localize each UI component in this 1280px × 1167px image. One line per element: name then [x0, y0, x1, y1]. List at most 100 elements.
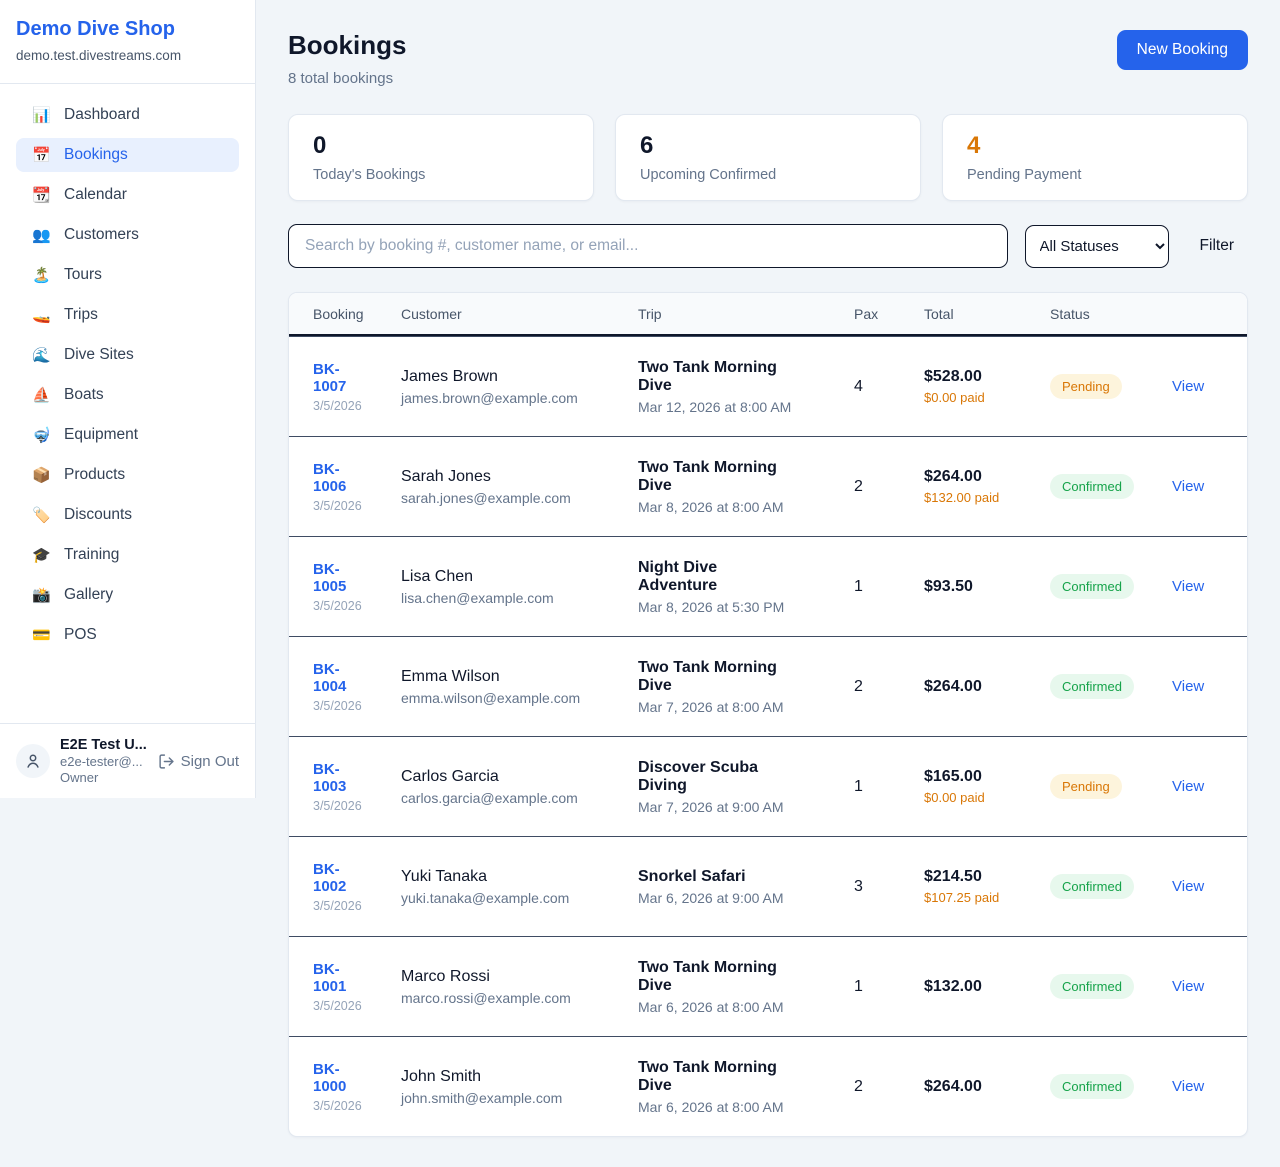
- sidebar-item-pos[interactable]: 💳 POS: [16, 618, 239, 652]
- booking-date: 3/5/2026: [313, 799, 385, 813]
- stat-value: 4: [967, 132, 1223, 160]
- booking-id-link[interactable]: BK-1006: [313, 461, 371, 495]
- booking-date: 3/5/2026: [313, 1099, 385, 1113]
- wave-icon: 🌊: [32, 346, 50, 364]
- total-cell: $93.50: [924, 578, 1050, 596]
- sidebar-item-trips[interactable]: 🚤 Trips: [16, 298, 239, 332]
- booking-id-link[interactable]: BK-1002: [313, 861, 371, 895]
- trip-cell: Two Tank Morning Dive Mar 6, 2026 at 8:0…: [638, 959, 854, 1015]
- sidebar-item-bookings[interactable]: 📅 Bookings: [16, 138, 239, 172]
- total-amount: $264.00: [924, 678, 1034, 696]
- nav-item-label: Training: [64, 546, 119, 564]
- booking-cell: BK-1005 3/5/2026: [289, 561, 401, 613]
- table-header-row: Booking Customer Trip Pax Total Status: [289, 293, 1247, 336]
- nav-item-label: Trips: [64, 306, 98, 324]
- pax-cell: 1: [854, 578, 924, 596]
- view-link[interactable]: View: [1172, 978, 1204, 995]
- booking-date: 3/5/2026: [313, 399, 385, 413]
- sign-out-button[interactable]: Sign Out: [158, 753, 239, 770]
- table-row: BK-1002 3/5/2026 Yuki Tanaka yuki.tanaka…: [289, 836, 1247, 936]
- paid-amount: $132.00 paid: [924, 490, 1010, 505]
- search-input[interactable]: [288, 224, 1008, 268]
- customer-name: Emma Wilson: [401, 668, 622, 686]
- booking-id-link[interactable]: BK-1001: [313, 961, 371, 995]
- sidebar-item-boats[interactable]: ⛵ Boats: [16, 378, 239, 412]
- total-cell: $528.00 $0.00 paid: [924, 368, 1050, 405]
- booking-date: 3/5/2026: [313, 999, 385, 1013]
- status-cell: Confirmed: [1050, 1074, 1172, 1099]
- booking-id-link[interactable]: BK-1007: [313, 361, 371, 395]
- sidebar-item-tours[interactable]: 🏝️ Tours: [16, 258, 239, 292]
- view-link[interactable]: View: [1172, 478, 1204, 495]
- sidebar-item-dive-sites[interactable]: 🌊 Dive Sites: [16, 338, 239, 372]
- customer-cell: Sarah Jones sarah.jones@example.com: [401, 468, 638, 506]
- nav-item-label: Discounts: [64, 506, 132, 524]
- customer-cell: Emma Wilson emma.wilson@example.com: [401, 668, 638, 706]
- graduation-cap-icon: 🎓: [32, 546, 50, 564]
- booking-id-link[interactable]: BK-1004: [313, 661, 371, 695]
- table-row: BK-1006 3/5/2026 Sarah Jones sarah.jones…: [289, 436, 1247, 536]
- diving-mask-icon: 🤿: [32, 426, 50, 444]
- paid-amount: $107.25 paid: [924, 890, 1010, 905]
- pax-cell: 3: [854, 878, 924, 896]
- sidebar-nav: 📊 Dashboard 📅 Bookings 📆 Calendar 👥 Cust…: [0, 84, 255, 723]
- page-title: Bookings: [288, 30, 406, 61]
- trip-name: Night Dive Adventure: [638, 559, 796, 595]
- booking-cell: BK-1006 3/5/2026: [289, 461, 401, 513]
- status-cell: Confirmed: [1050, 974, 1172, 999]
- sidebar-item-dashboard[interactable]: 📊 Dashboard: [16, 98, 239, 132]
- trip-cell: Two Tank Morning Dive Mar 7, 2026 at 8:0…: [638, 659, 854, 715]
- actions-cell: View: [1172, 978, 1247, 996]
- sign-out-label: Sign Out: [181, 753, 239, 770]
- booking-id-link[interactable]: BK-1000: [313, 1061, 371, 1095]
- view-link[interactable]: View: [1172, 678, 1204, 695]
- booking-cell: BK-1003 3/5/2026: [289, 761, 401, 813]
- trip-datetime: Mar 6, 2026 at 8:00 AM: [638, 1099, 838, 1115]
- user-meta: E2E Test U... e2e-tester@... Owner: [60, 737, 148, 785]
- trip-name: Two Tank Morning Dive: [638, 659, 796, 695]
- table-row: BK-1001 3/5/2026 Marco Rossi marco.rossi…: [289, 936, 1247, 1036]
- credit-card-icon: 💳: [32, 626, 50, 644]
- trip-datetime: Mar 8, 2026 at 8:00 AM: [638, 499, 838, 515]
- filter-button[interactable]: Filter: [1186, 229, 1248, 263]
- nav-item-label: Dive Sites: [64, 346, 134, 364]
- view-link[interactable]: View: [1172, 1078, 1204, 1095]
- sidebar-item-equipment[interactable]: 🤿 Equipment: [16, 418, 239, 452]
- customer-name: Yuki Tanaka: [401, 868, 622, 886]
- sidebar-item-products[interactable]: 📦 Products: [16, 458, 239, 492]
- sidebar-item-calendar[interactable]: 📆 Calendar: [16, 178, 239, 212]
- stat-label: Today's Bookings: [313, 167, 569, 183]
- paid-amount: $0.00 paid: [924, 790, 1010, 805]
- customer-cell: Lisa Chen lisa.chen@example.com: [401, 568, 638, 606]
- booking-id-link[interactable]: BK-1003: [313, 761, 371, 795]
- view-link[interactable]: View: [1172, 378, 1204, 395]
- booking-cell: BK-1000 3/5/2026: [289, 1061, 401, 1113]
- view-link[interactable]: View: [1172, 578, 1204, 595]
- stat-label: Pending Payment: [967, 167, 1223, 183]
- nav-item-label: Bookings: [64, 146, 128, 164]
- new-booking-button[interactable]: New Booking: [1117, 30, 1248, 70]
- sidebar-item-customers[interactable]: 👥 Customers: [16, 218, 239, 252]
- user-section: E2E Test U... e2e-tester@... Owner Sign …: [0, 723, 255, 798]
- booking-date: 3/5/2026: [313, 599, 385, 613]
- view-link[interactable]: View: [1172, 878, 1204, 895]
- nav-item-label: Tours: [64, 266, 102, 284]
- sidebar-item-gallery[interactable]: 📸 Gallery: [16, 578, 239, 612]
- pax-cell: 1: [854, 778, 924, 796]
- sidebar-item-training[interactable]: 🎓 Training: [16, 538, 239, 572]
- actions-cell: View: [1172, 778, 1247, 796]
- trip-name: Snorkel Safari: [638, 868, 796, 886]
- booking-id-link[interactable]: BK-1005: [313, 561, 371, 595]
- trip-name: Discover Scuba Diving: [638, 759, 796, 795]
- nav-item-label: Equipment: [64, 426, 138, 444]
- trip-cell: Night Dive Adventure Mar 8, 2026 at 5:30…: [638, 559, 854, 615]
- total-cell: $264.00: [924, 678, 1050, 696]
- sidebar-item-discounts[interactable]: 🏷️ Discounts: [16, 498, 239, 532]
- view-link[interactable]: View: [1172, 778, 1204, 795]
- trip-datetime: Mar 6, 2026 at 8:00 AM: [638, 999, 838, 1015]
- status-filter-select[interactable]: All Statuses: [1025, 225, 1169, 268]
- nav-item-label: Calendar: [64, 186, 127, 204]
- customer-email: marco.rossi@example.com: [401, 990, 622, 1006]
- customer-email: emma.wilson@example.com: [401, 690, 622, 706]
- status-cell: Confirmed: [1050, 874, 1172, 899]
